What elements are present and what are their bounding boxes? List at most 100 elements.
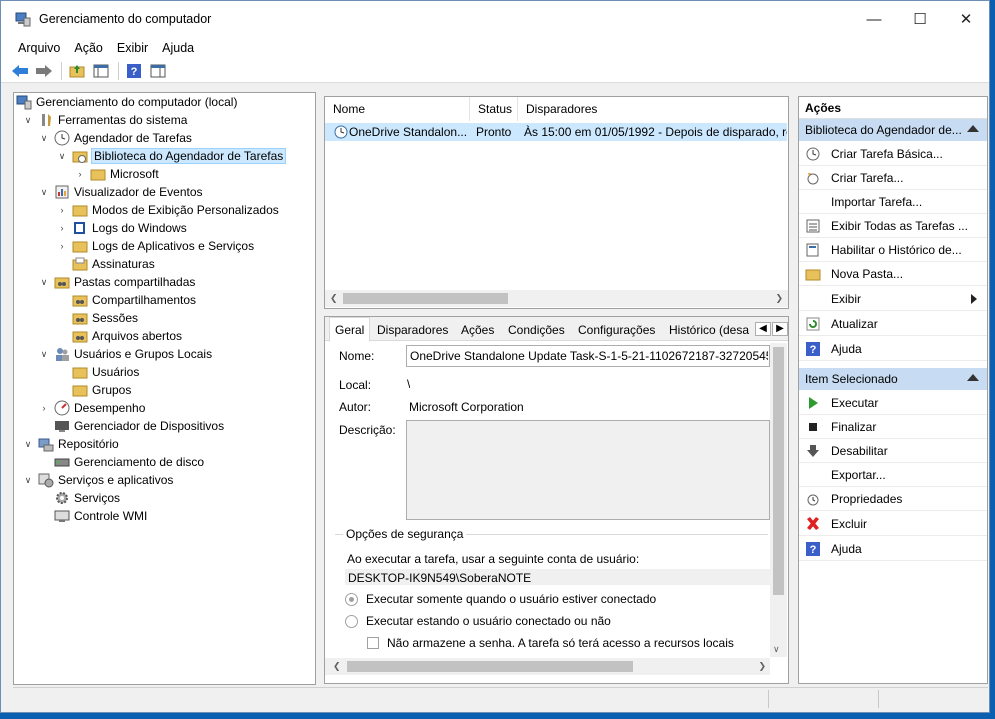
up-folder-button[interactable]	[66, 61, 88, 81]
actions-group-selected-item[interactable]: Item Selecionado	[799, 368, 987, 390]
tree-item-task-scheduler[interactable]: ∨ Agendador de Tarefas	[38, 129, 192, 147]
tree-item-storage[interactable]: ∨ Repositório	[22, 435, 119, 453]
tree-item-performance[interactable]: › Desempenho	[38, 399, 145, 417]
tab-triggers[interactable]: Disparadores	[372, 319, 453, 341]
tab-general[interactable]: Geral	[329, 317, 371, 342]
action-end[interactable]: Finalizar	[799, 415, 987, 439]
radio-run-whether-logged[interactable]	[345, 615, 358, 628]
close-button[interactable]: ✕	[943, 1, 989, 37]
tree-item-microsoft[interactable]: › Microsoft	[74, 165, 159, 183]
tab-conditions[interactable]: Condições	[503, 319, 570, 341]
column-header-name[interactable]: Nome	[325, 97, 470, 121]
tree-item-wmi-control[interactable]: Controle WMI	[54, 507, 147, 525]
action-run[interactable]: Executar	[799, 391, 987, 415]
tree-item-shares[interactable]: Compartilhamentos	[72, 291, 196, 309]
task-list-scrollbar[interactable]: ❮ ❯	[325, 290, 788, 307]
show-hide-tree-button[interactable]	[90, 61, 112, 81]
tree-item-root[interactable]: Gerenciamento do computador (local)	[16, 93, 237, 111]
tab-settings[interactable]: Configurações	[573, 319, 660, 341]
tree-item-groups[interactable]: Grupos	[72, 381, 131, 399]
action-disable[interactable]: Desabilitar	[799, 439, 987, 463]
menu-exibir[interactable]: Exibir	[110, 41, 155, 55]
tab-history[interactable]: Histórico (desa	[664, 319, 752, 341]
scroll-left-icon[interactable]: ❮	[330, 293, 338, 304]
scrollbar-thumb[interactable]	[343, 293, 508, 304]
forward-button[interactable]	[33, 61, 55, 81]
scroll-right-icon[interactable]: ❯	[775, 293, 783, 304]
collapse-icon[interactable]	[967, 374, 979, 381]
tab-scroll-left-icon[interactable]: ◀	[755, 322, 771, 336]
tree-item-app-service-logs[interactable]: › Logs de Aplicativos e Serviços	[56, 237, 255, 255]
menu-arquivo[interactable]: Arquivo	[11, 41, 67, 55]
tree-item-custom-views[interactable]: › Modos de Exibição Personalizados	[56, 201, 279, 219]
column-header-triggers[interactable]: Disparadores	[518, 97, 788, 121]
details-horizontal-scrollbar[interactable]: ❮ ❯	[325, 658, 770, 675]
tree-item-services[interactable]: Serviços	[54, 489, 120, 507]
menu-ajuda[interactable]: Ajuda	[155, 41, 201, 55]
tree-item-users[interactable]: Usuários	[72, 363, 139, 381]
tree-item-system-tools[interactable]: ∨ Ferramentas do sistema	[22, 111, 188, 129]
scroll-left-icon[interactable]: ❮	[333, 661, 341, 672]
chevron-right-icon[interactable]: ›	[56, 223, 68, 233]
chevron-down-icon[interactable]: ∨	[38, 187, 50, 198]
action-create-task[interactable]: Criar Tarefa...	[799, 166, 987, 190]
chevron-down-icon[interactable]: ∨	[56, 151, 68, 162]
chevron-down-icon[interactable]: ∨	[22, 439, 34, 450]
action-delete[interactable]: Excluir	[799, 512, 987, 536]
folder-icon	[72, 382, 88, 398]
radio-run-logged-on[interactable]	[345, 593, 358, 606]
tree-item-windows-logs[interactable]: › Logs do Windows	[56, 219, 187, 237]
tree-item-subscriptions[interactable]: Assinaturas	[72, 255, 155, 273]
tree-item-device-manager[interactable]: Gerenciador de Dispositivos	[54, 417, 224, 435]
back-button[interactable]	[9, 61, 31, 81]
tree-item-shared-folders[interactable]: ∨ Pastas compartilhadas	[38, 273, 196, 291]
minimize-button[interactable]: —	[851, 1, 897, 37]
collapse-icon[interactable]	[967, 125, 979, 132]
chevron-down-icon[interactable]: ∨	[38, 133, 50, 144]
maximize-button[interactable]: ☐	[897, 1, 943, 37]
name-field[interactable]: OneDrive Standalone Update Task-S-1-5-21…	[406, 345, 770, 367]
action-view[interactable]: Exibir	[799, 287, 987, 311]
action-display-running-tasks[interactable]: Exibir Todas as Tarefas ...	[799, 214, 987, 238]
shared-folder-icon	[72, 310, 88, 326]
scroll-down-icon[interactable]: ∨	[773, 644, 780, 655]
tab-scroll-right-icon[interactable]: ▶	[772, 322, 788, 336]
actions-group-library[interactable]: Biblioteca do Agendador de...	[799, 119, 987, 141]
tree-item-services-applications[interactable]: ∨ Serviços e aplicativos	[22, 471, 173, 489]
chevron-right-icon[interactable]: ›	[56, 241, 68, 251]
action-refresh[interactable]: Atualizar	[799, 312, 987, 336]
scrollbar-thumb[interactable]	[773, 347, 784, 595]
help-button[interactable]: ?	[123, 61, 145, 81]
chevron-down-icon[interactable]: ∨	[22, 475, 34, 486]
action-properties[interactable]: Propriedades	[799, 487, 987, 511]
action-new-folder[interactable]: Nova Pasta...	[799, 262, 987, 286]
chevron-right-icon[interactable]: ›	[56, 205, 68, 215]
description-field[interactable]	[406, 420, 770, 520]
chevron-down-icon[interactable]: ∨	[38, 349, 50, 360]
tree-item-task-scheduler-library[interactable]: ∨ Biblioteca do Agendador de Tarefas	[56, 147, 287, 165]
action-import-task[interactable]: Importar Tarefa...	[799, 190, 987, 214]
chevron-right-icon[interactable]: ›	[38, 403, 50, 413]
table-row[interactable]: OneDrive Standalon... Pronto Às 15:00 em…	[325, 123, 787, 141]
tab-actions[interactable]: Ações	[456, 319, 499, 341]
column-header-status[interactable]: Status	[470, 97, 518, 121]
tree-item-open-files[interactable]: Arquivos abertos	[72, 327, 182, 345]
chevron-down-icon[interactable]: ∨	[22, 115, 34, 126]
tree-item-disk-management[interactable]: Gerenciamento de disco	[54, 453, 204, 471]
show-actions-pane-button[interactable]	[147, 61, 169, 81]
menu-acao[interactable]: Ação	[67, 41, 110, 55]
scrollbar-thumb[interactable]	[347, 661, 633, 672]
chevron-down-icon[interactable]: ∨	[38, 277, 50, 288]
action-enable-history[interactable]: Habilitar o Histórico de...	[799, 238, 987, 262]
action-create-basic-task[interactable]: Criar Tarefa Básica...	[799, 142, 987, 166]
action-help[interactable]: ? Ajuda	[799, 337, 987, 361]
checkbox-no-password[interactable]	[367, 637, 379, 649]
details-vertical-scrollbar[interactable]: ∨	[770, 343, 787, 657]
action-export[interactable]: Exportar...	[799, 463, 987, 487]
tree-item-local-users-groups[interactable]: ∨ Usuários e Grupos Locais	[38, 345, 212, 363]
tree-item-sessions[interactable]: Sessões	[72, 309, 138, 327]
tree-item-event-viewer[interactable]: ∨ Visualizador de Eventos	[38, 183, 203, 201]
chevron-right-icon[interactable]: ›	[74, 169, 86, 179]
scroll-right-icon[interactable]: ❯	[758, 661, 766, 672]
action-help-selected[interactable]: ? Ajuda	[799, 537, 987, 561]
